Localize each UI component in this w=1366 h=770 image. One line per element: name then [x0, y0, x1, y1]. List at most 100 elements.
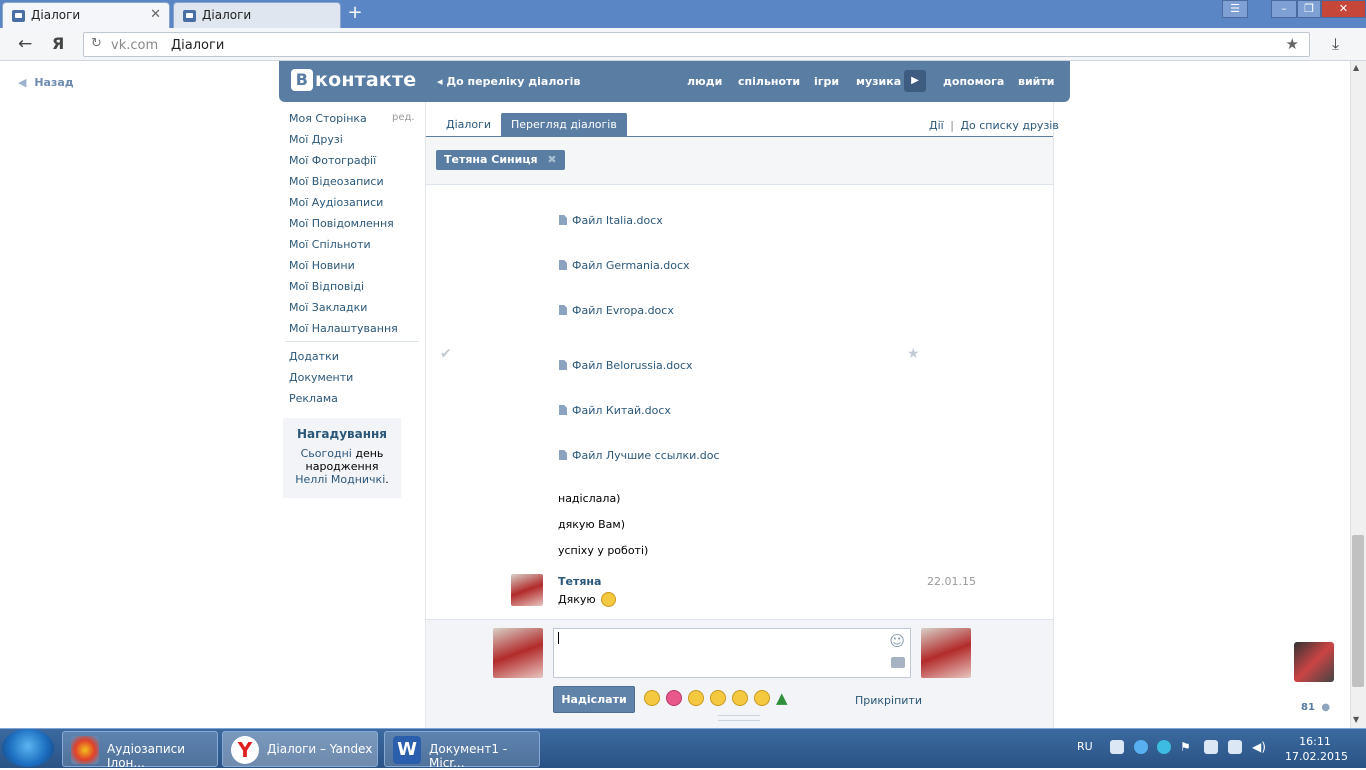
sidebar-item-videos[interactable]: Мої Відеозаписи — [289, 175, 384, 188]
sidebar-item-replies[interactable]: Мої Відповіді — [289, 280, 364, 293]
new-tab-button[interactable]: + — [345, 4, 365, 23]
favorite-star-icon[interactable]: ★ — [907, 346, 920, 362]
play-icon[interactable]: ▶ — [904, 70, 926, 92]
file-attachment[interactable]: Файл Germania.docx — [559, 259, 690, 272]
restore-button[interactable]: ❐ — [1297, 0, 1321, 18]
file-attachment[interactable]: Файл Evropa.docx — [559, 304, 674, 317]
address-bar[interactable]: ↻ vk.com Діалоги ★ — [83, 32, 1310, 57]
tab-dialogs[interactable]: Діалоги — [436, 113, 501, 137]
system-clock[interactable]: 16:11 17.02.2015 — [1285, 734, 1348, 764]
tray-flag-icon[interactable]: ⚑ — [1180, 740, 1194, 754]
checkmark-icon[interactable]: ✔ — [440, 346, 452, 362]
reload-icon[interactable]: ↻ — [91, 36, 102, 51]
rolling-eyes-emoji-icon[interactable] — [732, 690, 748, 706]
emoji-picker-icon[interactable]: ☺ — [889, 632, 905, 650]
sidebar-item-settings[interactable]: Мої Налаштування — [289, 322, 398, 335]
my-avatar[interactable] — [493, 628, 543, 678]
edit-link[interactable]: ред. — [392, 112, 415, 123]
sidebar-item-audio[interactable]: Мої Аудіозаписи — [289, 196, 383, 209]
online-counter[interactable]: 81 ● — [1301, 702, 1330, 713]
participant-chip[interactable]: Тетяна Синиця ✖ — [436, 150, 565, 170]
clock-time: 16:11 — [1299, 735, 1331, 748]
download-icon[interactable]: ⤓ — [1332, 34, 1339, 54]
file-attachment[interactable]: Файл Italia.docx — [559, 214, 663, 227]
reminder-today-link[interactable]: Сьогодні — [301, 447, 352, 460]
tray-browser-icon[interactable] — [1134, 740, 1148, 754]
sunglasses-emoji-icon[interactable] — [710, 690, 726, 706]
nav-people[interactable]: люди — [687, 75, 722, 88]
taskbar-item-audio[interactable]: Аудіозаписи Ілон... — [62, 731, 218, 770]
minimize-button[interactable]: – — [1271, 0, 1297, 18]
sidebar-item-ads[interactable]: Реклама — [289, 392, 338, 405]
browser-tab-active[interactable]: Діалоги ✕ — [2, 2, 170, 28]
tray-monitor-icon[interactable] — [1228, 740, 1242, 754]
sidebar-item-apps[interactable]: Додатки — [289, 350, 339, 363]
sidebar-item-news[interactable]: Мої Новини — [289, 259, 355, 272]
reminder-dot: . — [385, 473, 389, 486]
menu-button[interactable]: ☰ — [1222, 0, 1248, 18]
word-app-icon: W — [393, 736, 421, 764]
tongue-emoji-icon[interactable] — [754, 690, 770, 706]
actions-link[interactable]: Дії — [929, 119, 944, 132]
nav-help[interactable]: допомога — [943, 75, 1004, 88]
language-indicator[interactable]: RU — [1077, 740, 1093, 753]
address-page: Діалоги — [171, 38, 225, 53]
online-friend-avatar[interactable] — [1294, 642, 1334, 682]
remove-participant-icon[interactable]: ✖ — [547, 153, 556, 166]
recipient-avatar[interactable] — [921, 628, 971, 678]
browser-tab-bar: Діалоги ✕ Діалоги + ☰ – ❐ ✕ — [0, 0, 1366, 28]
close-tab-icon[interactable]: ✕ — [150, 7, 161, 22]
message-date: 22.01.15 — [927, 575, 976, 588]
message-input[interactable]: ☺ — [553, 628, 911, 678]
sidebar-item-messages[interactable]: Мої Повідомлення — [289, 217, 394, 230]
resize-handle[interactable] — [718, 715, 760, 721]
reminder-name-link[interactable]: Неллі Модничкі — [295, 473, 385, 486]
sidebar-item-photos[interactable]: Мої Фотографії — [289, 154, 376, 167]
file-attachment[interactable]: Файл Лучшие ссылки.doc — [559, 449, 720, 462]
tab-title: Діалоги — [202, 8, 252, 22]
nav-games[interactable]: ігри — [814, 75, 839, 88]
sidebar-item-documents[interactable]: Документи — [289, 371, 353, 384]
sidebar-item-friends[interactable]: Мої Друзі — [289, 133, 343, 146]
back-arrow-icon[interactable]: ← — [18, 34, 32, 54]
send-button[interactable]: Надіслати — [553, 686, 635, 713]
vk-logo[interactable]: Вконтакте — [291, 69, 416, 91]
nav-logout[interactable]: вийти — [1018, 75, 1054, 88]
friends-list-link[interactable]: До списку друзів — [960, 119, 1058, 132]
nav-music[interactable]: музика — [856, 75, 901, 88]
tray-ie-icon[interactable] — [1157, 740, 1171, 754]
attach-link[interactable]: Прикріпити — [855, 694, 922, 707]
close-window-button[interactable]: ✕ — [1321, 0, 1366, 18]
back-to-dialogs-link[interactable]: ◂ До переліку діалогів — [437, 75, 580, 88]
task-label: Документ1 - Micr... — [429, 742, 508, 770]
start-button[interactable] — [2, 729, 54, 767]
taskbar-item-word[interactable]: W Документ1 - Micr... — [384, 731, 540, 770]
scrollbar-thumb[interactable] — [1352, 535, 1364, 687]
scroll-down-icon[interactable]: ▼ — [1353, 715, 1359, 724]
tray-network-icon[interactable] — [1110, 740, 1124, 754]
tray-volume-icon[interactable]: ◀) — [1252, 740, 1266, 754]
back-link[interactable]: ◀ Назад — [18, 76, 74, 89]
file-attachment[interactable]: Файл Китай.docx — [559, 404, 671, 417]
bookmark-star-icon[interactable]: ★ — [1286, 35, 1299, 53]
wink-emoji-icon[interactable] — [644, 690, 660, 706]
flower-emoji-icon[interactable] — [666, 690, 682, 706]
sidebar-item-communities[interactable]: Мої Спільноти — [289, 238, 371, 251]
scroll-up-icon[interactable]: ▲ — [1353, 63, 1359, 72]
file-attachment[interactable]: Файл Belorussia.docx — [559, 359, 693, 372]
taskbar-item-browser[interactable]: Y Діалоги – Yandex — [222, 731, 378, 767]
camera-icon[interactable] — [891, 657, 905, 668]
sender-name[interactable]: Тетяна — [558, 575, 601, 588]
kiss-emoji-icon[interactable] — [688, 690, 704, 706]
tab-view-dialogs[interactable]: Перегляд діалогів — [501, 113, 627, 137]
tree-emoji-icon[interactable]: ▲ — [776, 689, 788, 707]
clock-date: 17.02.2015 — [1285, 750, 1348, 763]
reminder-text: Сьогодні день народження Неллі Модничкі. — [289, 447, 395, 486]
sidebar-item-bookmarks[interactable]: Мої Закладки — [289, 301, 367, 314]
sidebar-item-my-page[interactable]: Моя Сторінка — [289, 112, 367, 125]
nav-communities[interactable]: спільноти — [738, 75, 800, 88]
sender-avatar[interactable] — [511, 574, 543, 606]
tray-device-icon[interactable] — [1204, 740, 1218, 754]
yandex-icon[interactable]: Я — [52, 34, 64, 53]
browser-tab[interactable]: Діалоги — [173, 2, 341, 28]
